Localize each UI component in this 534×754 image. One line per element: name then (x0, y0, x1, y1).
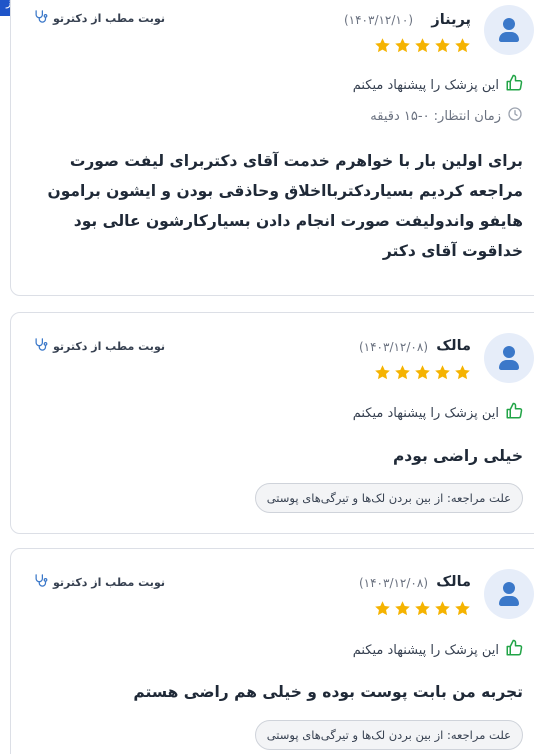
clock-icon (507, 106, 523, 126)
visit-type-label: نوبت مطب از دکترتو (53, 575, 165, 589)
wait-time-label: زمان انتظار: ۰-۱۵ دقیقه (370, 108, 501, 124)
star-icon (374, 37, 391, 58)
star-icon (414, 364, 431, 385)
star-icon (394, 37, 411, 58)
star-icon (434, 364, 451, 385)
star-icon (374, 600, 391, 621)
star-icon (414, 600, 431, 621)
stethoscope-icon (33, 337, 48, 355)
star-icon (454, 364, 471, 385)
review-card: مالک (۱۴۰۳/۱۲/۰۸) نوبت مطب از دکترتو این… (10, 312, 534, 534)
reviewer-name: مالک (436, 574, 471, 590)
star-icon (374, 364, 391, 385)
star-icon (454, 600, 471, 621)
thumbs-up-icon (505, 639, 523, 661)
star-icon (394, 364, 411, 385)
recommend-line: این پزشک را پیشنهاد میکنم (353, 402, 523, 424)
star-icon (434, 600, 451, 621)
star-icon (394, 600, 411, 621)
star-icon (434, 37, 451, 58)
review-text: خیلی راضی بودم (392, 447, 523, 465)
visit-type: نوبت مطب از دکترتو (33, 9, 165, 27)
reviewer-name: پریناز (431, 12, 471, 28)
star-icon (454, 37, 471, 58)
visit-reason-chip: علت مراجعه: از بین بردن لک‌ها و تیرگی‌ها… (254, 720, 523, 750)
visit-type: نوبت مطب از دکترتو (33, 337, 165, 355)
review-date: (۱۴۰۳/۱۲/۰۸) (358, 576, 428, 590)
rating-stars (374, 364, 471, 385)
visit-type-label: نوبت مطب از دکترتو (53, 339, 165, 353)
recommend-label: این پزشک را پیشنهاد میکنم (352, 77, 499, 93)
recommend-label: این پزشک را پیشنهاد میکنم (352, 642, 499, 658)
recommend-line: این پزشک را پیشنهاد میکنم (353, 74, 523, 96)
stethoscope-icon (33, 9, 48, 27)
user-avatar-icon (484, 5, 534, 55)
user-avatar-icon (484, 333, 534, 383)
recommend-label: این پزشک را پیشنهاد میکنم (352, 405, 499, 421)
stethoscope-icon (33, 573, 48, 591)
visit-reason-chip: علت مراجعه: از بین بردن لک‌ها و تیرگی‌ها… (254, 483, 523, 513)
rating-stars (374, 37, 471, 58)
recommend-line: این پزشک را پیشنهاد میکنم (353, 639, 523, 661)
rating-stars (374, 600, 471, 621)
user-avatar-icon (484, 569, 534, 619)
wait-time: زمان انتظار: ۰-۱۵ دقیقه (370, 106, 523, 126)
review-date: (۱۴۰۳/۱۲/۰۸) (358, 340, 428, 354)
review-text: برای اولین بار با خواهرم خدمت آقای دکترب… (47, 152, 523, 260)
review-date: (۱۴۰۳/۱۲/۱۰) (343, 13, 413, 27)
review-card: پریناز (۱۴۰۳/۱۲/۱۰) نوبت مطب از دکترتو ا… (10, 0, 534, 296)
review-text: تجربه من بابت پوست بوده و خیلی هم راضی ه… (133, 683, 523, 701)
star-icon (414, 37, 431, 58)
review-card: مالک (۱۴۰۳/۱۲/۰۸) نوبت مطب از دکترتو این… (10, 548, 534, 754)
thumbs-up-icon (505, 74, 523, 96)
reviewer-name: مالک (436, 338, 471, 354)
visit-type: نوبت مطب از دکترتو (33, 573, 165, 591)
thumbs-up-icon (505, 402, 523, 424)
visit-type-label: نوبت مطب از دکترتو (53, 11, 165, 25)
